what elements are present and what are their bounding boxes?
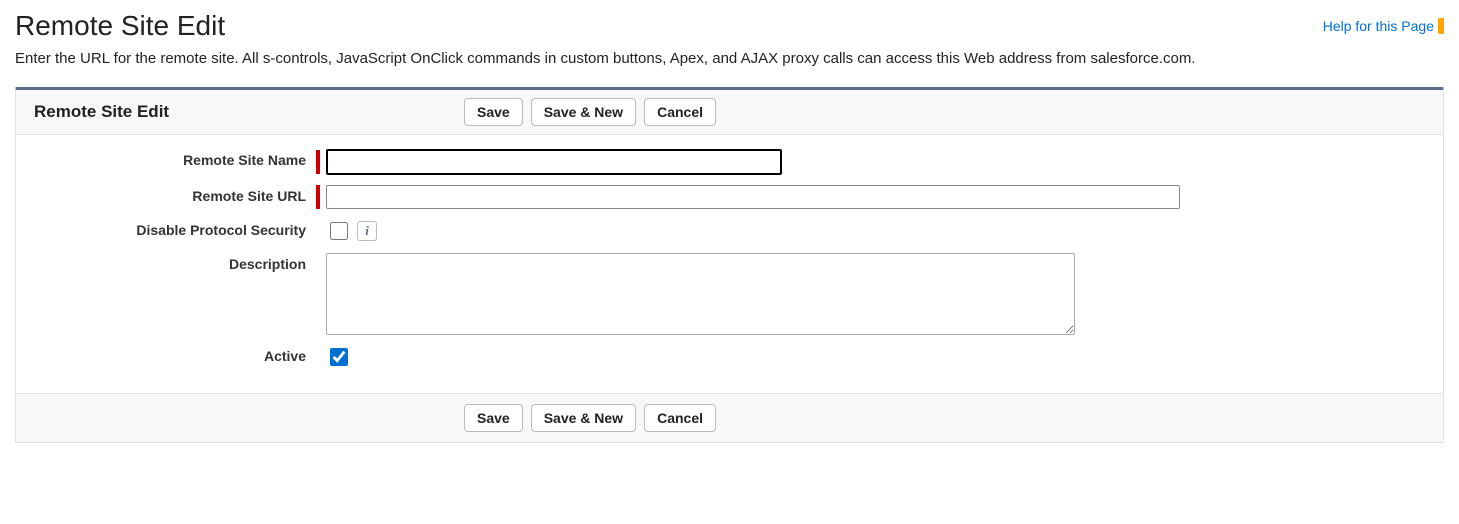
help-link[interactable]: Help for this Page — [1323, 18, 1444, 34]
info-icon[interactable]: i — [357, 221, 377, 241]
row-active: Active — [16, 345, 1443, 369]
row-description: Description — [16, 253, 1443, 335]
label-site-url: Remote Site URL — [16, 185, 316, 204]
label-site-name: Remote Site Name — [16, 149, 316, 168]
button-row-top: Save Save & New Cancel — [464, 98, 716, 126]
save-button[interactable]: Save — [464, 98, 523, 126]
label-description: Description — [16, 253, 316, 272]
label-disable-security: Disable Protocol Security — [16, 219, 316, 238]
save-new-button-bottom[interactable]: Save & New — [531, 404, 636, 432]
help-link-label: Help for this Page — [1323, 18, 1434, 34]
help-icon — [1438, 18, 1444, 34]
cancel-button-bottom[interactable]: Cancel — [644, 404, 716, 432]
form-section: Remote Site Edit Save Save & New Cancel … — [15, 87, 1444, 443]
required-indicator-icon — [316, 150, 320, 174]
section-footer: Save Save & New Cancel — [16, 393, 1443, 442]
row-disable-security: Disable Protocol Security i — [16, 219, 1443, 243]
footer-spacer — [16, 404, 464, 432]
cancel-button[interactable]: Cancel — [644, 98, 716, 126]
label-active: Active — [16, 345, 316, 364]
save-new-button[interactable]: Save & New — [531, 98, 636, 126]
row-site-url: Remote Site URL — [16, 185, 1443, 209]
site-name-input[interactable] — [326, 149, 782, 175]
save-button-bottom[interactable]: Save — [464, 404, 523, 432]
form-body: Remote Site Name Remote Site URL Disable… — [16, 135, 1443, 393]
page-description: Enter the URL for the remote site. All s… — [15, 50, 1444, 67]
site-url-input[interactable] — [326, 185, 1180, 209]
required-indicator-icon — [316, 185, 320, 209]
section-header: Remote Site Edit Save Save & New Cancel — [16, 90, 1443, 135]
button-row-bottom: Save Save & New Cancel — [464, 404, 716, 432]
disable-security-checkbox[interactable] — [330, 222, 348, 240]
row-site-name: Remote Site Name — [16, 149, 1443, 175]
description-textarea[interactable] — [326, 253, 1075, 335]
active-checkbox[interactable] — [330, 348, 348, 366]
section-title: Remote Site Edit — [34, 102, 464, 122]
page-title: Remote Site Edit — [15, 10, 225, 42]
